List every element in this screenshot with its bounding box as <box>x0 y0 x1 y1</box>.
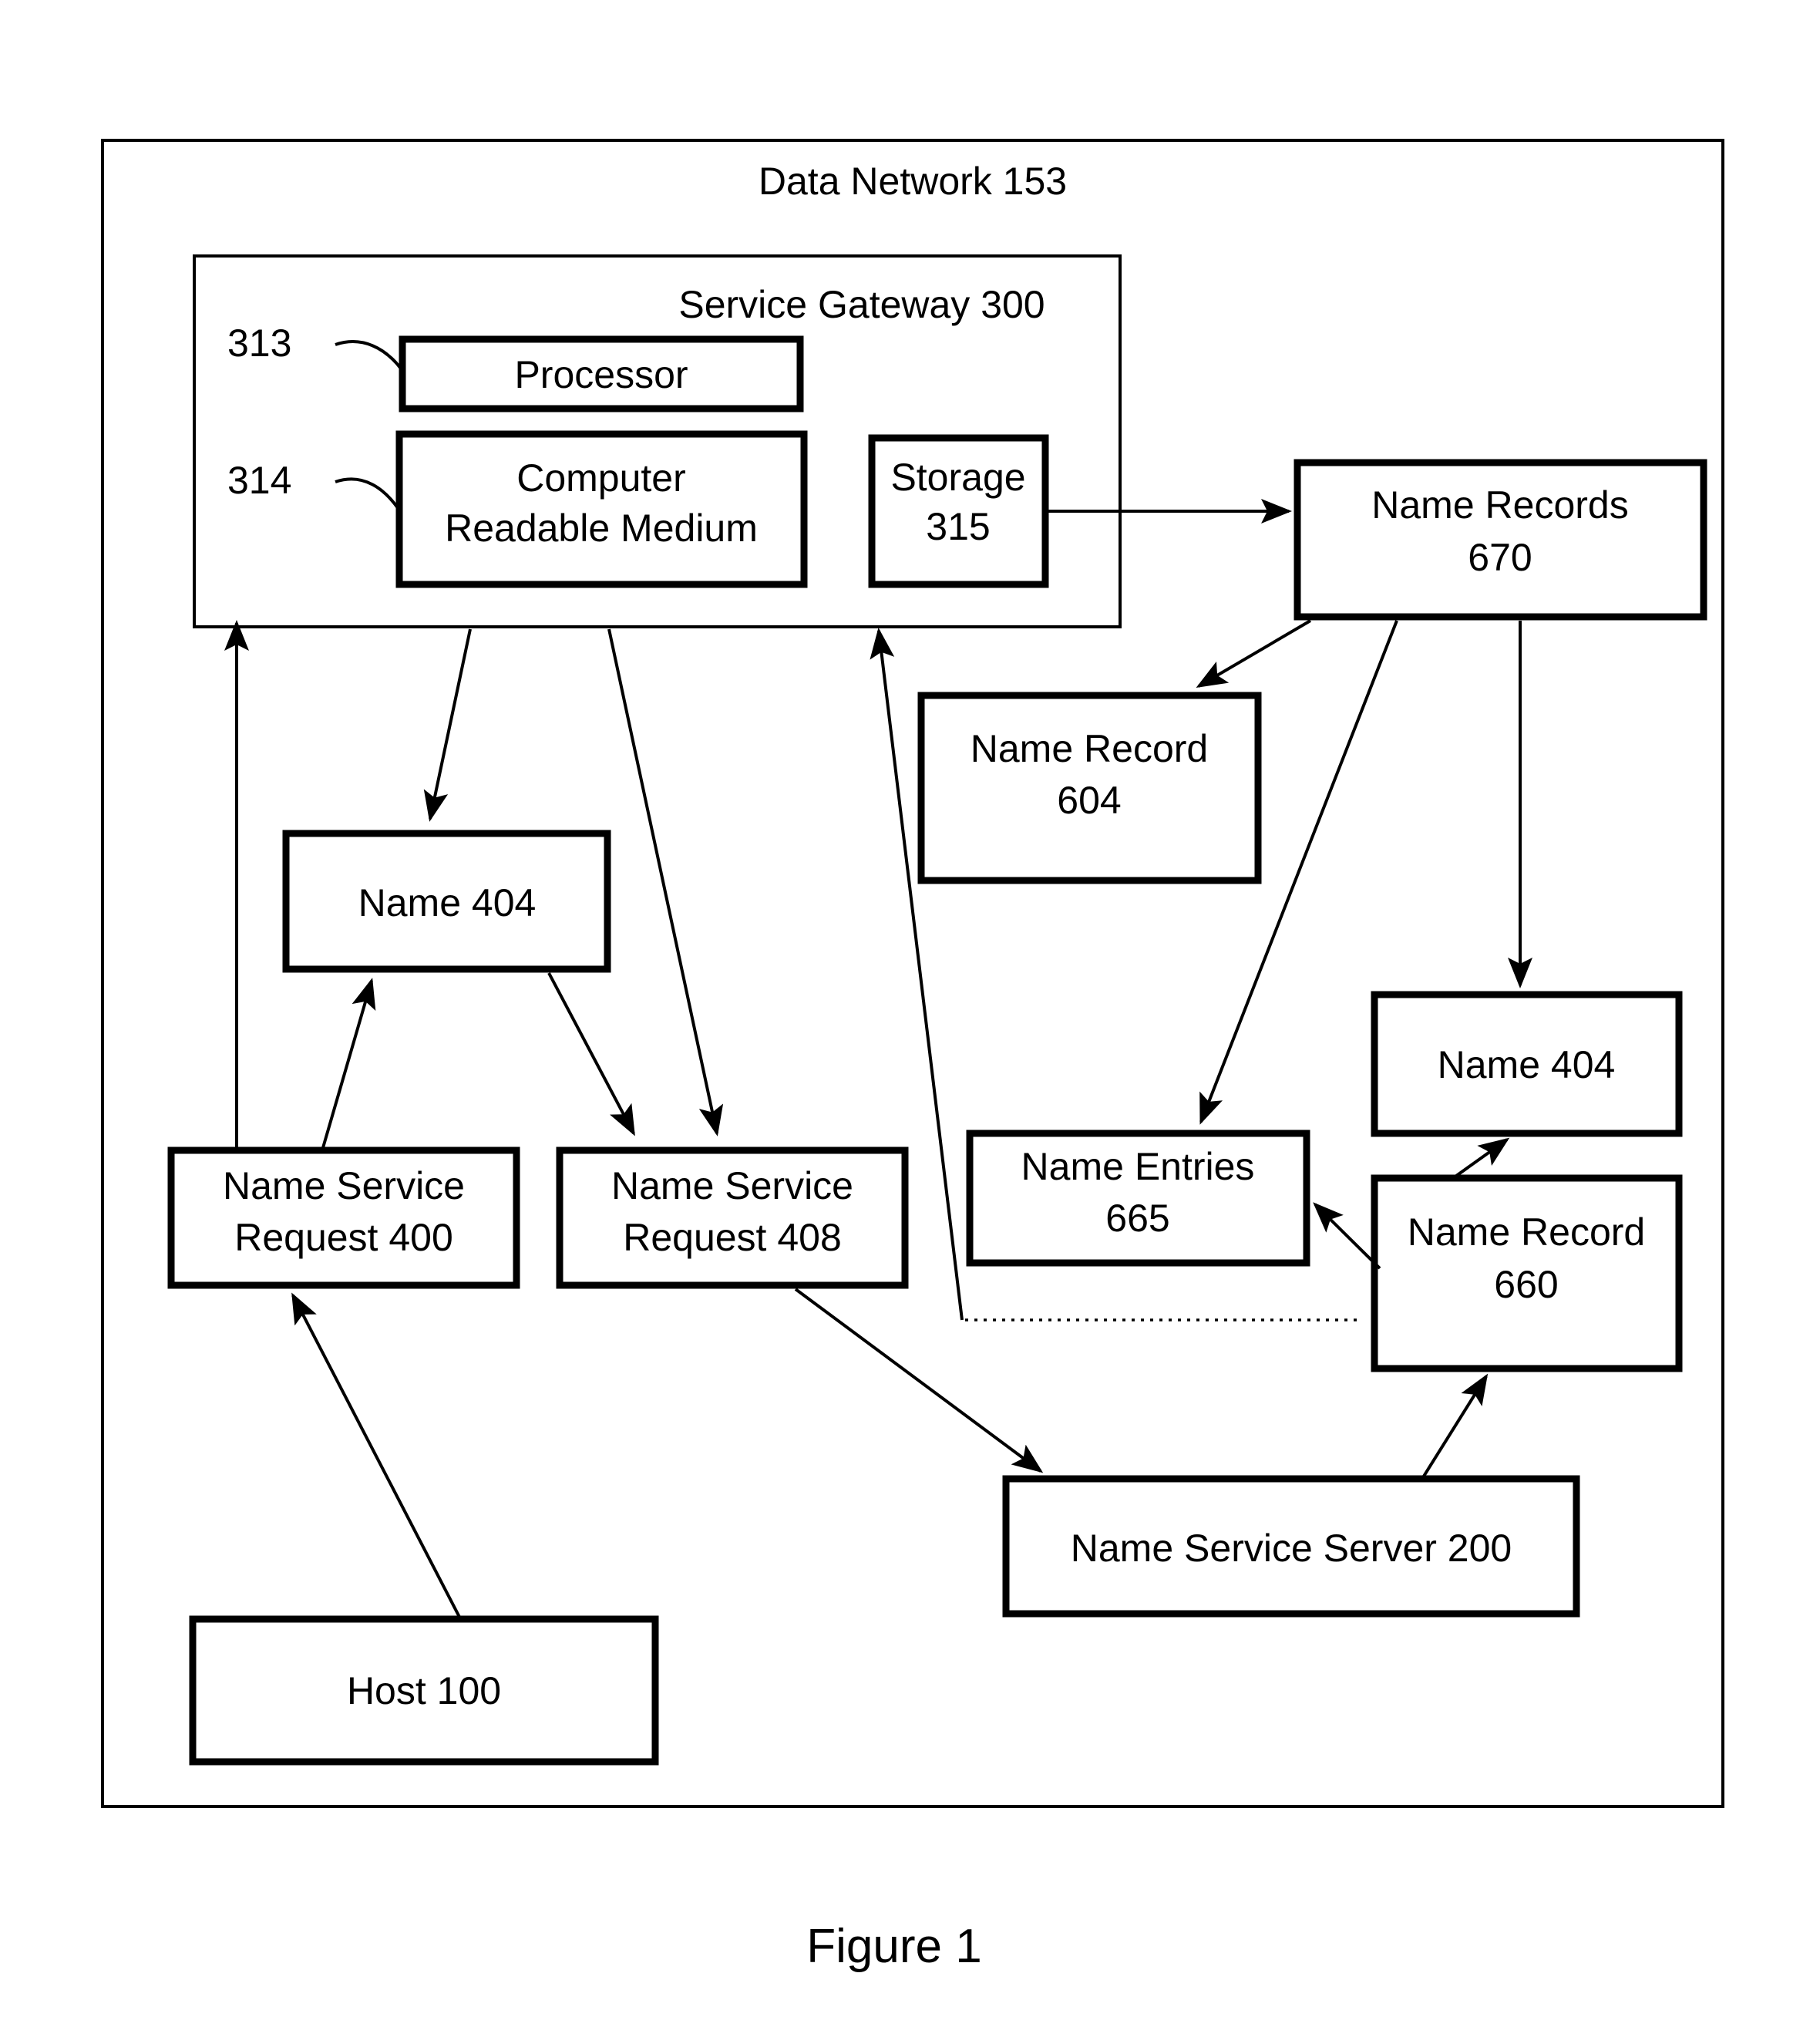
processor-label: Processor <box>514 353 688 396</box>
name-records-670-label-line2: 670 <box>1468 536 1532 579</box>
name-entries-665-label-line2: 665 <box>1105 1197 1169 1240</box>
name-records-670-label-line1: Name Records <box>1371 483 1628 527</box>
name-record-604-label-line1: Name Record <box>971 727 1208 770</box>
name-record-660-label-line1: Name Record <box>1408 1210 1645 1254</box>
name-record-660-label-line2: 660 <box>1494 1263 1558 1306</box>
service-gateway-label: Service Gateway 300 <box>678 283 1045 326</box>
nsr-400-label-line1: Name Service <box>223 1164 465 1207</box>
host-100-label: Host 100 <box>347 1669 501 1712</box>
reference-numeral-314: 314 <box>227 459 291 502</box>
storage-label-line2: 315 <box>926 505 990 548</box>
figure-root: Data Network 153 Service Gateway 300 313… <box>0 0 1820 2037</box>
name-record-604-label-line2: 604 <box>1057 779 1121 822</box>
computer-readable-medium-label-line2: Readable Medium <box>445 507 758 550</box>
figure-caption: Figure 1 <box>806 1920 981 1973</box>
name-service-server-200-label: Name Service Server 200 <box>1071 1527 1512 1570</box>
reference-numeral-313: 313 <box>227 322 291 365</box>
storage-label-line1: Storage <box>890 456 1025 499</box>
nsr-408-label-line1: Name Service <box>611 1164 853 1207</box>
computer-readable-medium-label-line1: Computer <box>516 456 686 500</box>
data-network-label: Data Network 153 <box>759 160 1067 203</box>
name-entries-665-label-line1: Name Entries <box>1021 1145 1255 1188</box>
nsr-400-label-line2: Request 400 <box>234 1216 453 1259</box>
nsr-408-label-line2: Request 408 <box>623 1216 842 1259</box>
name-404-left-label: Name 404 <box>358 881 537 924</box>
name-404-right-label: Name 404 <box>1438 1043 1616 1086</box>
patent-diagram: Data Network 153 Service Gateway 300 313… <box>101 139 1724 1973</box>
